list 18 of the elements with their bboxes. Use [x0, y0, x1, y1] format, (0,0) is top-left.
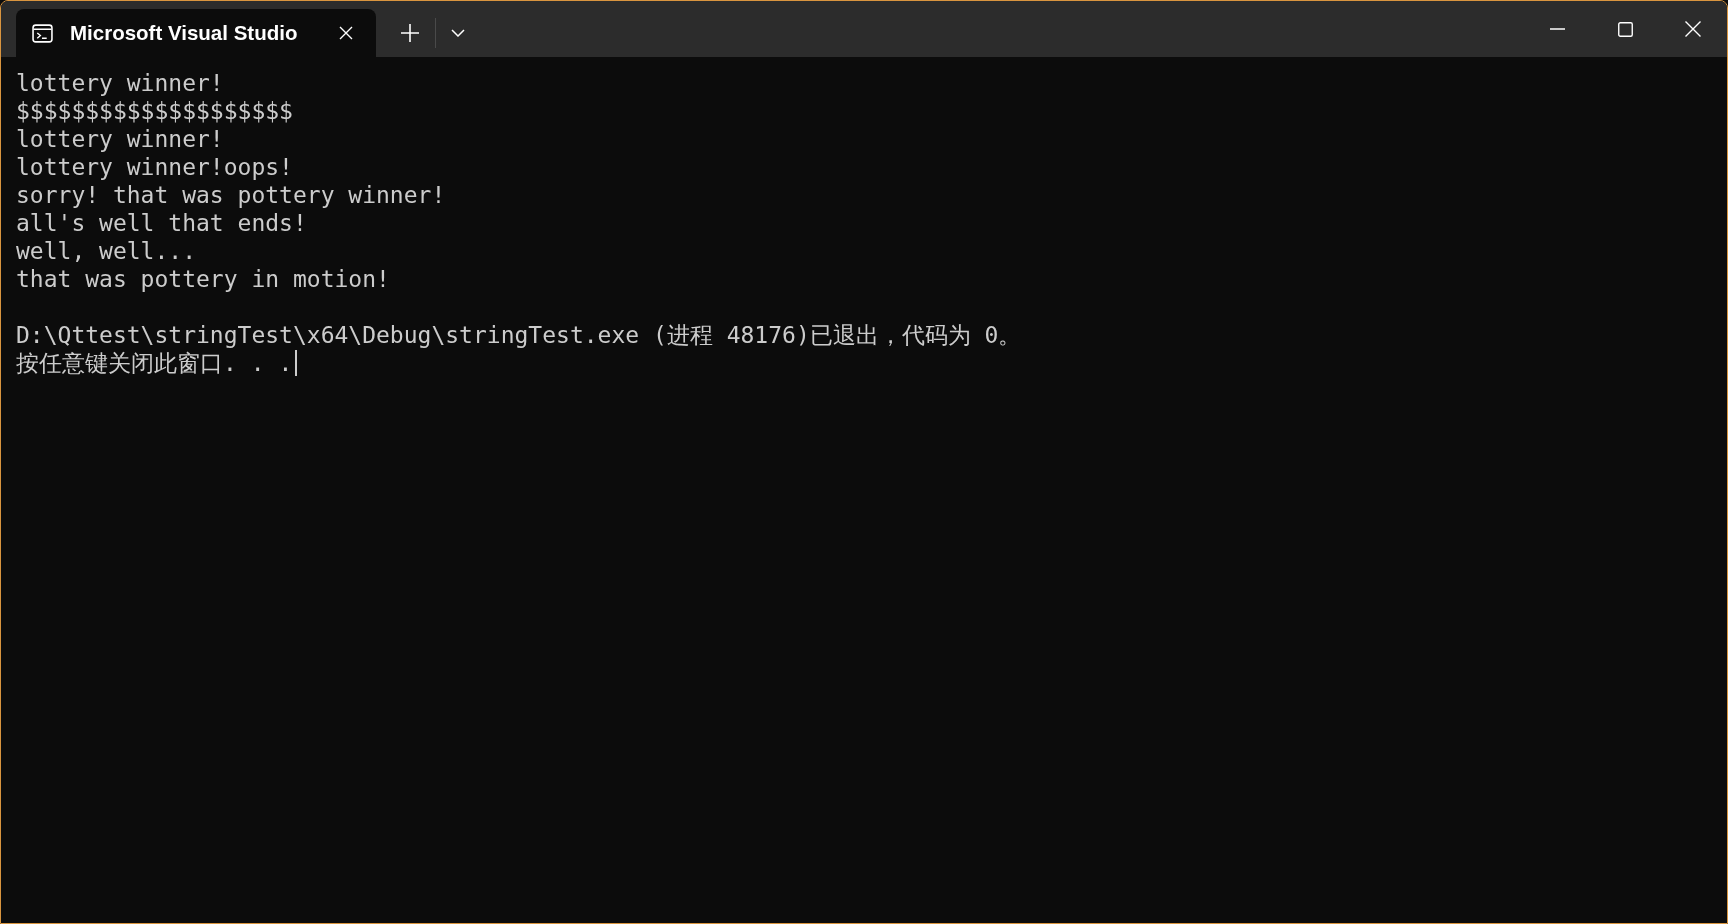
- minimize-icon: [1549, 28, 1565, 30]
- console-output-line: sorry! that was pottery winner!: [16, 181, 446, 209]
- console-output-line: lottery winner!oops!: [16, 153, 293, 181]
- console-output-line: lottery winner!: [16, 125, 224, 153]
- console-window-icon: [32, 22, 53, 44]
- close-icon: [1685, 21, 1701, 37]
- console-output-line: lottery winner!: [16, 69, 224, 97]
- exit-message-line: 按任意键关闭此窗口. . .: [16, 349, 293, 377]
- terminal-tab[interactable]: Microsoft Visual Studio: [16, 9, 376, 57]
- maximize-icon: [1617, 21, 1633, 37]
- console-output-line: $$$$$$$$$$$$$$$$$$$$: [16, 97, 293, 125]
- close-icon: [339, 26, 353, 40]
- console-output-line: all's well that ends!: [16, 209, 307, 237]
- exit-message-line: D:\Qttest\stringTest\x64\Debug\stringTest.exe (进程 48176)已退出，代码为 0。: [16, 321, 1022, 349]
- chevron-down-icon: [451, 29, 465, 37]
- plus-icon: [401, 24, 419, 42]
- console-output-line: well, well...: [16, 237, 196, 265]
- console-output-line: that was pottery in motion!: [16, 265, 390, 293]
